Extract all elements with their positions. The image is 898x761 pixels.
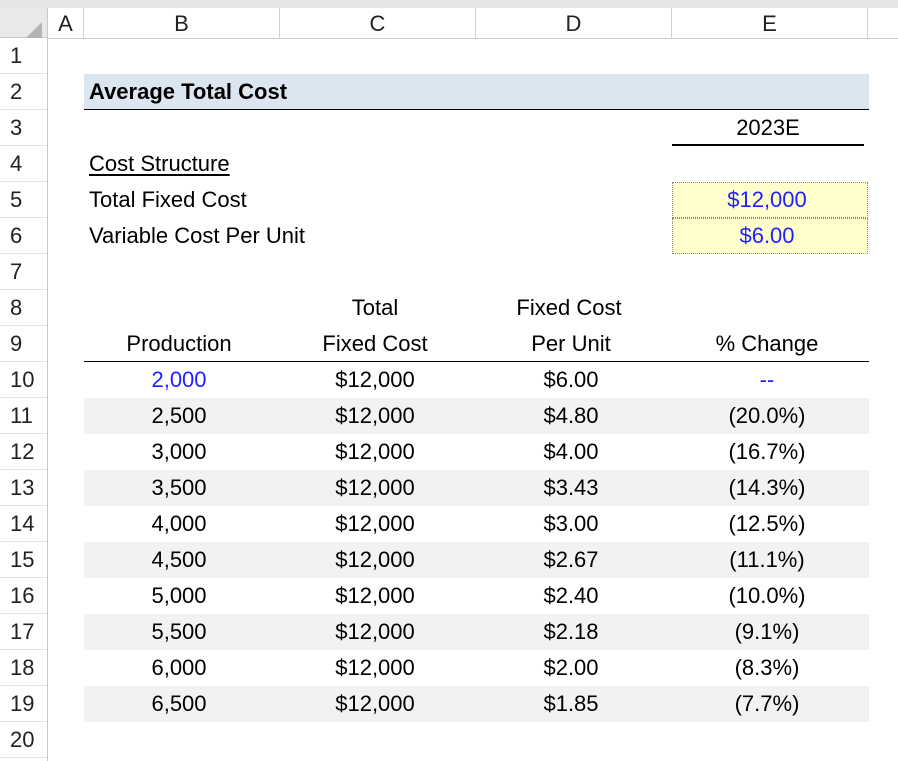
cell-total-fixed-cost[interactable]: $12,000	[280, 614, 470, 650]
cell-total-fixed-cost[interactable]: $12,000	[280, 578, 470, 614]
header-fixed-cost-per-unit-line1[interactable]: Fixed Cost	[476, 290, 662, 326]
cost-structure-label[interactable]: Cost Structure	[89, 146, 230, 182]
row-header[interactable]: 14	[0, 506, 47, 542]
spreadsheet-grid: A B C D E 1 2 3 4 5 6 7 8 9 10 11 12 13 …	[0, 0, 898, 761]
cell-pct-change[interactable]: (11.1%)	[672, 542, 862, 578]
header-production[interactable]: Production	[84, 326, 274, 362]
row-header[interactable]: 19	[0, 686, 47, 722]
cell-total-fixed-cost[interactable]: $12,000	[280, 650, 470, 686]
row-header[interactable]: 8	[0, 290, 47, 326]
row-header[interactable]: 9	[0, 326, 47, 362]
year-header-cell[interactable]: 2023E	[672, 110, 864, 146]
cell-production[interactable]: 6,500	[84, 686, 274, 722]
row-header[interactable]: 6	[0, 218, 47, 254]
cell-total-fixed-cost[interactable]: $12,000	[280, 434, 470, 470]
row-header[interactable]: 20	[0, 722, 47, 758]
column-header-d[interactable]: D	[476, 8, 672, 38]
column-header-e[interactable]: E	[672, 8, 868, 38]
row-header[interactable]: 16	[0, 578, 47, 614]
page-title[interactable]: Average Total Cost	[89, 74, 287, 110]
cell-fixed-cost-per-unit[interactable]: $2.00	[476, 650, 666, 686]
cell-pct-change[interactable]: (14.3%)	[672, 470, 862, 506]
cell-total-fixed-cost[interactable]: $12,000	[280, 470, 470, 506]
row-header[interactable]: 5	[0, 182, 47, 218]
row-header[interactable]: 10	[0, 362, 47, 398]
row-header[interactable]: 18	[0, 650, 47, 686]
cell-fixed-cost-per-unit[interactable]: $2.40	[476, 578, 666, 614]
cell-fixed-cost-per-unit[interactable]: $2.67	[476, 542, 666, 578]
cell-fixed-cost-per-unit[interactable]: $4.00	[476, 434, 666, 470]
total-fixed-cost-label[interactable]: Total Fixed Cost	[89, 182, 247, 218]
variable-cost-label[interactable]: Variable Cost Per Unit	[89, 218, 305, 254]
cell-pct-change[interactable]: (20.0%)	[672, 398, 862, 434]
header-total-fixed-cost-line1[interactable]: Total	[280, 290, 470, 326]
row-header[interactable]: 7	[0, 254, 47, 290]
select-all-corner[interactable]	[0, 8, 48, 42]
cell-fixed-cost-per-unit[interactable]: $3.43	[476, 470, 666, 506]
cell-production[interactable]: 5,500	[84, 614, 274, 650]
row-header[interactable]: 12	[0, 434, 47, 470]
cell-fixed-cost-per-unit[interactable]: $4.80	[476, 398, 666, 434]
column-header-a[interactable]: A	[48, 8, 84, 38]
cell-production[interactable]: 2,500	[84, 398, 274, 434]
cell-production[interactable]: 4,000	[84, 506, 274, 542]
row-header[interactable]: 17	[0, 614, 47, 650]
header-total-fixed-cost-line2[interactable]: Fixed Cost	[280, 326, 470, 362]
cell-fixed-cost-per-unit[interactable]: $6.00	[476, 362, 666, 398]
row-header[interactable]: 15	[0, 542, 47, 578]
total-fixed-cost-value[interactable]: $12,000	[672, 182, 862, 218]
cell-pct-change[interactable]: (16.7%)	[672, 434, 862, 470]
row-header[interactable]: 3	[0, 110, 47, 146]
cell-total-fixed-cost[interactable]: $12,000	[280, 362, 470, 398]
row-header[interactable]: 2	[0, 74, 47, 110]
cell-pct-change[interactable]: (8.3%)	[672, 650, 862, 686]
cell-pct-change[interactable]: (9.1%)	[672, 614, 862, 650]
cell-pct-change[interactable]: (10.0%)	[672, 578, 862, 614]
row-header-column: 1 2 3 4 5 6 7 8 9 10 11 12 13 14 15 16 1…	[0, 38, 48, 761]
cell-total-fixed-cost[interactable]: $12,000	[280, 686, 470, 722]
cell-production[interactable]: 6,000	[84, 650, 274, 686]
column-header-b[interactable]: B	[84, 8, 280, 38]
row-header[interactable]: 13	[0, 470, 47, 506]
row-header[interactable]: 11	[0, 398, 47, 434]
cell-total-fixed-cost[interactable]: $12,000	[280, 506, 470, 542]
row-header[interactable]: 1	[0, 38, 47, 74]
cell-total-fixed-cost[interactable]: $12,000	[280, 398, 470, 434]
ribbon-edge	[0, 0, 898, 8]
cell-pct-change[interactable]: (7.7%)	[672, 686, 862, 722]
cell-production[interactable]: 2,000	[84, 362, 274, 398]
header-fixed-cost-per-unit-line2[interactable]: Per Unit	[476, 326, 666, 362]
cell-fixed-cost-per-unit[interactable]: $1.85	[476, 686, 666, 722]
cell-pct-change[interactable]: --	[672, 362, 862, 398]
column-header-c[interactable]: C	[280, 8, 476, 38]
cell-production[interactable]: 4,500	[84, 542, 274, 578]
cell-production[interactable]: 3,500	[84, 470, 274, 506]
variable-cost-value[interactable]: $6.00	[672, 218, 862, 254]
cell-fixed-cost-per-unit[interactable]: $3.00	[476, 506, 666, 542]
cell-fixed-cost-per-unit[interactable]: $2.18	[476, 614, 666, 650]
cell-total-fixed-cost[interactable]: $12,000	[280, 542, 470, 578]
cell-pct-change[interactable]: (12.5%)	[672, 506, 862, 542]
cell-production[interactable]: 5,000	[84, 578, 274, 614]
row-header[interactable]: 4	[0, 146, 47, 182]
cell-production[interactable]: 3,000	[84, 434, 274, 470]
header-pct-change[interactable]: % Change	[672, 326, 862, 362]
